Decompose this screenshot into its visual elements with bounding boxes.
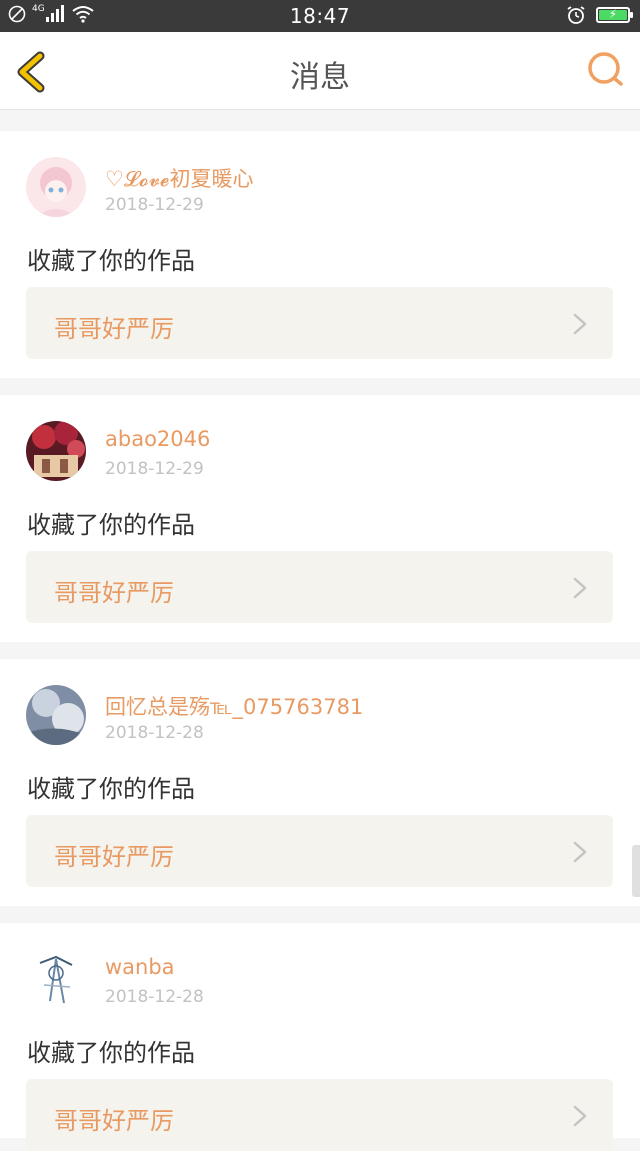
message-card: wanba 2018-12-28 收藏了你的作品 哥哥好严厉 bbox=[0, 923, 640, 1151]
search-icon bbox=[588, 52, 623, 86]
message-action: 收藏了你的作品 bbox=[27, 247, 195, 275]
avatar[interactable] bbox=[26, 421, 86, 481]
username[interactable]: abao2046 bbox=[105, 427, 210, 451]
message-card: ♡𝓛𝓸𝓿𝓮初夏暖心 2018-12-29 收藏了你的作品 哥哥好严厉 bbox=[0, 131, 640, 378]
work-title: 哥哥好严厉 bbox=[54, 579, 174, 607]
chevron-right-icon bbox=[573, 1105, 587, 1127]
message-date: 2018-12-29 bbox=[105, 195, 204, 215]
chevron-right-icon bbox=[573, 313, 587, 335]
message-action: 收藏了你的作品 bbox=[27, 511, 195, 539]
work-title: 哥哥好严厉 bbox=[54, 315, 174, 343]
work-title: 哥哥好严厉 bbox=[54, 1107, 174, 1135]
search-button[interactable] bbox=[586, 50, 626, 90]
alarm-icon bbox=[567, 6, 585, 24]
page-title: 消息 bbox=[290, 60, 350, 95]
avatar[interactable] bbox=[26, 685, 86, 745]
nav-bar: 消息 bbox=[0, 32, 640, 110]
username[interactable]: wanba bbox=[105, 955, 175, 979]
work-link[interactable]: 哥哥好严厉 bbox=[26, 815, 613, 887]
message-card: 回忆总是殇℡_075763781 2018-12-28 收藏了你的作品 哥哥好严… bbox=[0, 659, 640, 906]
message-card: abao2046 2018-12-29 收藏了你的作品 哥哥好严厉 bbox=[0, 395, 640, 642]
message-date: 2018-12-29 bbox=[105, 459, 204, 479]
avatar[interactable] bbox=[26, 157, 86, 217]
username[interactable]: 回忆总是殇℡_075763781 bbox=[105, 691, 363, 721]
work-link[interactable]: 哥哥好严厉 bbox=[26, 287, 613, 359]
message-date: 2018-12-28 bbox=[105, 987, 204, 1007]
scroll-indicator[interactable] bbox=[632, 845, 640, 897]
battery-icon: ⚡ bbox=[596, 7, 633, 23]
message-action: 收藏了你的作品 bbox=[27, 775, 195, 803]
chevron-right-icon bbox=[573, 577, 587, 599]
work-link[interactable]: 哥哥好严厉 bbox=[26, 1079, 613, 1151]
message-date: 2018-12-28 bbox=[105, 723, 204, 743]
username[interactable]: ♡𝓛𝓸𝓿𝓮初夏暖心 bbox=[105, 163, 253, 193]
work-title: 哥哥好严厉 bbox=[54, 843, 174, 871]
status-right-icons: ⚡ bbox=[566, 5, 633, 25]
work-link[interactable]: 哥哥好严厉 bbox=[26, 551, 613, 623]
message-action: 收藏了你的作品 bbox=[27, 1039, 195, 1067]
status-time: 18:47 bbox=[289, 4, 351, 28]
status-bar: 4G 18:47 ⚡ bbox=[0, 0, 640, 32]
chevron-right-icon bbox=[573, 841, 587, 863]
avatar[interactable] bbox=[26, 949, 86, 1009]
